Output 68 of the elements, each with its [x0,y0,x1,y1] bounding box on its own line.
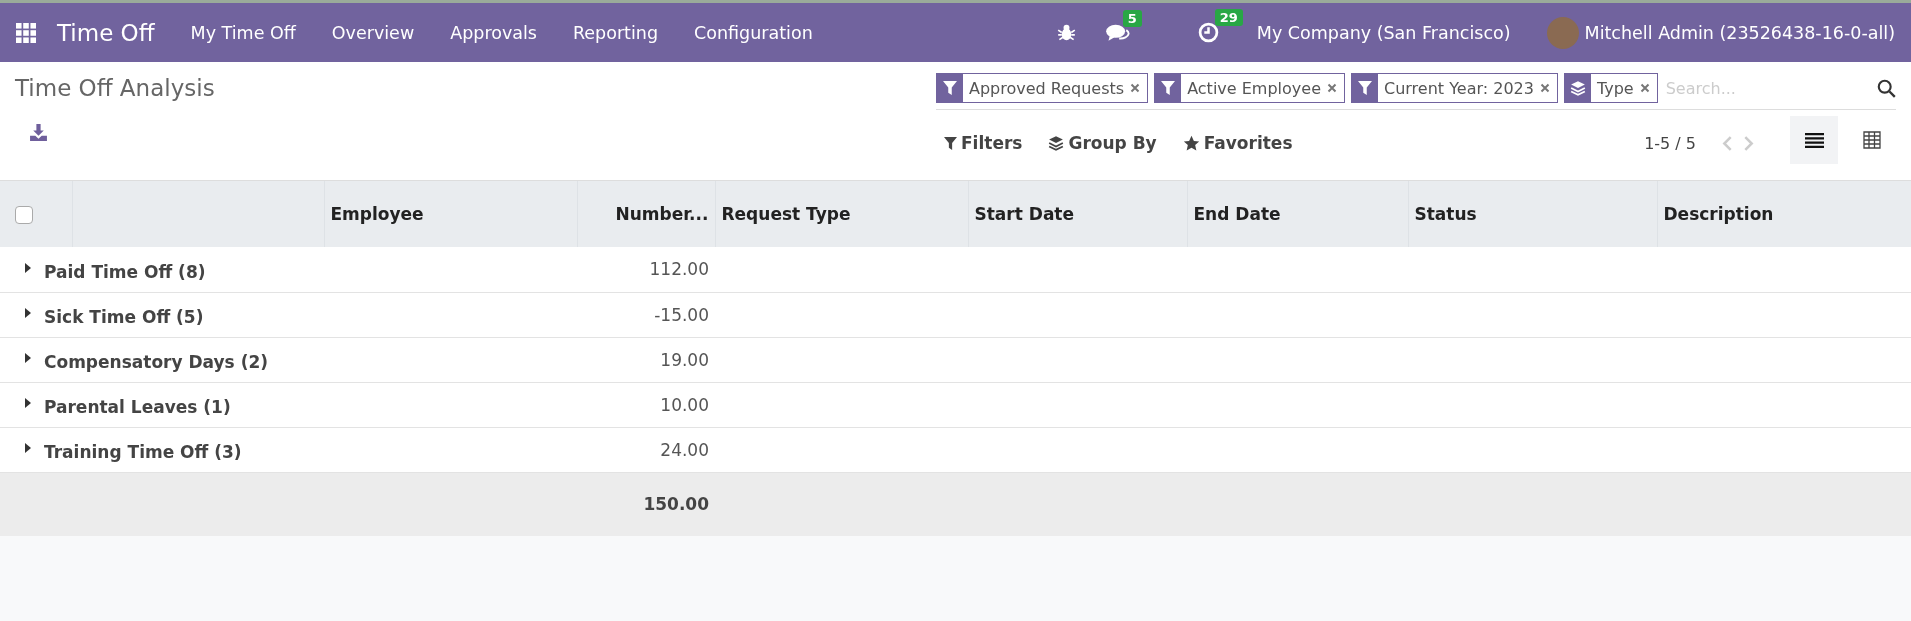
group-row[interactable]: Sick Time Off (5) -15.00 [0,292,1911,337]
bug-icon[interactable] [1056,23,1076,42]
chat-bubbles-icon[interactable] [1105,23,1130,42]
group-total: 10.00 [660,394,709,415]
column-header[interactable]: Start Date [968,181,1187,247]
group-name[interactable]: Parental Leaves (1) [44,397,231,417]
caret-icon[interactable] [24,308,32,318]
filter-icon [944,136,957,150]
search-facet[interactable]: Type [1563,73,1658,103]
search-icon[interactable] [1877,78,1896,98]
group-total: 24.00 [660,439,709,460]
menu-item[interactable]: Overview [331,22,415,43]
filter-icon [1161,81,1176,95]
caret-icon[interactable] [24,443,32,453]
filter-icon [1358,81,1372,95]
toolbar-button[interactable]: Filters [936,133,1031,153]
column-header[interactable]: Employee [324,181,577,247]
group-name[interactable]: Sick Time Off (5) [44,307,204,327]
caret-icon[interactable] [24,262,32,273]
apps-grid-icon[interactable] [16,22,36,43]
remove-icon[interactable] [1130,83,1141,93]
layers-icon [1048,135,1065,151]
caret-icon[interactable] [24,353,32,363]
star-icon [1182,134,1200,152]
group-total: 112.00 [649,259,709,280]
menu-item[interactable]: My Time Off [190,22,296,43]
company-switcher[interactable]: My Company (San Francisco) [1256,22,1511,43]
caret-icon[interactable] [24,398,32,408]
download-icon[interactable] [29,123,48,142]
menu-item[interactable]: Reporting [572,22,659,43]
menu-item[interactable]: Approvals [450,22,537,43]
search-facet[interactable]: Approved Requests [936,73,1149,103]
group-row[interactable]: Training Time Off (3) 24.00 [0,427,1911,472]
toolbar-button[interactable]: Group By [1040,133,1165,153]
column-header[interactable]: Request Type [715,181,968,247]
user-menu[interactable]: Mitchell Admin (23526438-16-0-all) [1584,22,1895,43]
view-switch-button[interactable] [1790,116,1838,164]
column-header[interactable]: Status [1408,181,1657,247]
remove-icon[interactable] [1639,83,1650,93]
app-name[interactable]: Time Off [57,19,155,46]
group-name[interactable]: Paid Time Off (8) [44,261,206,282]
remove-icon[interactable] [1327,83,1337,93]
group-name[interactable]: Compensatory Days (2) [44,352,268,372]
clock-icon[interactable] [1197,22,1219,43]
column-header[interactable]: Description [1657,181,1911,247]
column-header[interactable]: End Date [1187,181,1408,247]
group-name[interactable]: Training Time Off (3) [44,442,242,462]
table-grid-icon [1863,131,1881,149]
search-facet[interactable]: Active Employee [1154,73,1345,103]
pager-value[interactable]: 1-5 / 5 [1644,133,1696,153]
group-total: -15.00 [654,304,709,325]
group-row[interactable]: Parental Leaves (1) 10.00 [0,382,1911,427]
list-view-icon [1804,131,1824,149]
search-facet[interactable]: Current Year: 2023 [1351,73,1558,103]
group-total: 19.00 [660,349,709,370]
select-all-checkbox[interactable] [15,206,33,224]
menu-item[interactable]: Configuration [694,22,813,43]
remove-icon[interactable] [1539,83,1550,93]
group-row[interactable]: Compensatory Days (2) 19.00 [0,337,1911,382]
grand-total: 150.00 [643,494,709,515]
layers-icon [1569,80,1586,96]
activity-count-badge: 29 [1214,9,1243,26]
filter-icon [943,81,957,95]
message-count-badge: 5 [1122,10,1142,27]
column-header[interactable]: Number... [577,181,715,247]
toolbar-button[interactable]: Favorites [1174,133,1301,153]
group-row[interactable]: Paid Time Off (8) 112.00 [0,247,1911,292]
page-title: Time Off Analysis [15,75,215,101]
